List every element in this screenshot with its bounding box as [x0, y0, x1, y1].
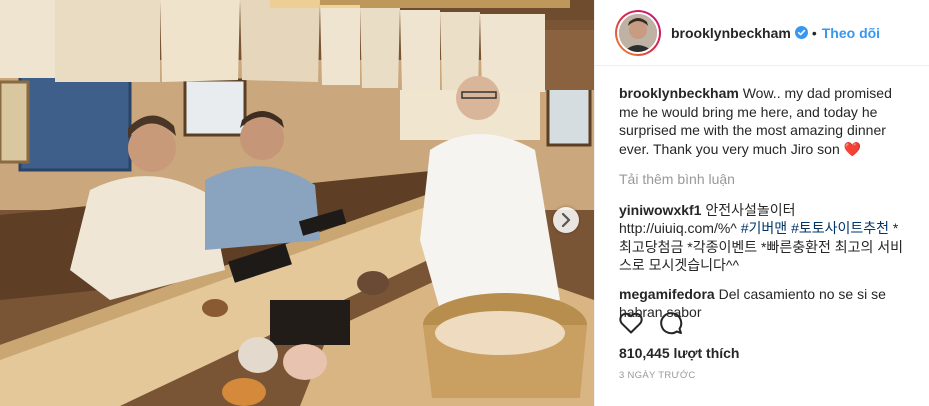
comment-username[interactable]: yiniwowxkf1	[619, 202, 701, 218]
profile-photo	[619, 13, 657, 52]
heart-icon[interactable]	[619, 312, 643, 334]
comment-icon[interactable]	[659, 311, 683, 335]
post-timestamp: 3 ngày trước	[619, 370, 696, 381]
comments-section: brooklynbeckham Wow.. my dad promised me…	[619, 84, 911, 332]
post-photo[interactable]	[0, 0, 594, 406]
avatar[interactable]	[615, 9, 661, 56]
chevron-right-icon	[561, 213, 571, 227]
follow-button[interactable]: Theo dõi	[822, 25, 880, 41]
heart-emoji-icon: ❤️	[843, 140, 862, 157]
verified-badge-icon	[794, 26, 808, 39]
caption-username[interactable]: brooklynbeckham	[619, 85, 739, 101]
comment-hashtags[interactable]: #기버맨 #토토사이트추천	[741, 220, 889, 236]
comment-username[interactable]: megamifedora	[619, 286, 715, 302]
next-photo-button[interactable]	[553, 207, 579, 233]
likes-count[interactable]: 810,445 lượt thích	[619, 345, 739, 361]
post-side-panel: brooklynbeckham • Theo dõi brooklynbeckh…	[594, 0, 929, 406]
post-actions	[619, 311, 683, 335]
post-caption: brooklynbeckham Wow.. my dad promised me…	[619, 84, 911, 158]
load-more-comments-button[interactable]: Tải thêm bình luận	[619, 170, 911, 189]
avatar-image	[617, 11, 659, 54]
header-username[interactable]: brooklynbeckham	[671, 25, 791, 41]
comment-item: yiniwowxkf1 안전사설놀이터 http://uiuiq.com/%^ …	[619, 201, 911, 275]
separator-dot: •	[811, 24, 817, 41]
post-header: brooklynbeckham • Theo dõi	[595, 0, 929, 66]
sushi-restaurant-photo	[0, 0, 594, 406]
